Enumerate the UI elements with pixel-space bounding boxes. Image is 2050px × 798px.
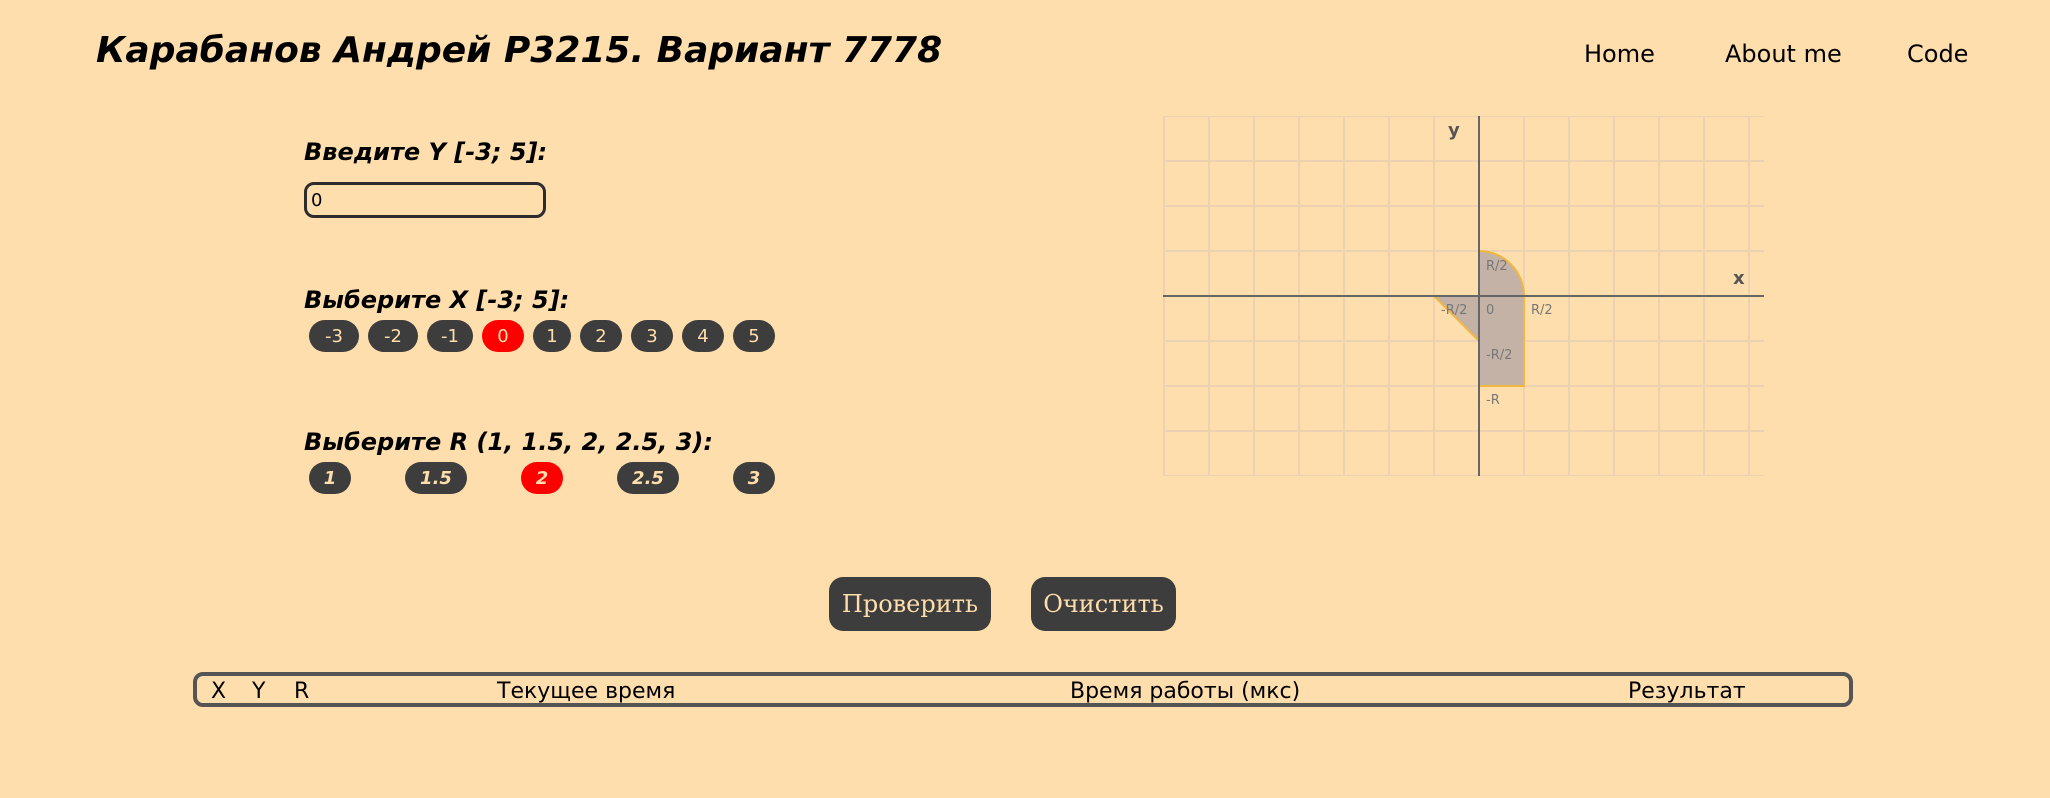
results-table: X Y R Текущее время Время работы (мкс) Р… <box>193 672 1853 707</box>
y-axis-label: y <box>1448 120 1460 141</box>
nav-about-link[interactable]: About me <box>1725 40 1842 68</box>
table-header-exec-time: Время работы (мкс) <box>1070 679 1301 704</box>
nav-home-link[interactable]: Home <box>1584 40 1655 68</box>
x-button[interactable]: -2 <box>368 320 418 352</box>
x-button-selected[interactable]: 0 <box>482 320 524 352</box>
x-button[interactable]: -3 <box>309 320 359 352</box>
table-header-result: Результат <box>1628 679 1746 704</box>
r-button[interactable]: 2.5 <box>617 462 679 494</box>
area-graph[interactable]: y x R/2 -R/2 0 R/2 -R/2 -R <box>1163 116 1764 476</box>
neg-r-half-bottom-label: -R/2 <box>1486 348 1512 363</box>
r-button[interactable]: 1 <box>309 462 351 494</box>
x-button[interactable]: 2 <box>580 320 622 352</box>
x-button[interactable]: 1 <box>533 320 571 352</box>
clear-button[interactable]: Очистить <box>1031 577 1176 631</box>
table-header-current-time: Текущее время <box>497 679 676 704</box>
nav-code-link[interactable]: Code <box>1907 40 1968 68</box>
x-label: Выберите X [-3; 5]: <box>304 286 570 314</box>
x-axis-label: x <box>1733 268 1745 289</box>
table-header-y: Y <box>252 679 266 704</box>
x-button[interactable]: 5 <box>733 320 775 352</box>
check-button[interactable]: Проверить <box>829 577 991 631</box>
r-half-top-label: R/2 <box>1486 259 1508 274</box>
neg-r-half-left-label: -R/2 <box>1441 303 1467 318</box>
y-label: Введите Y [-3; 5]: <box>304 138 548 166</box>
y-input[interactable] <box>304 182 546 218</box>
x-button[interactable]: 4 <box>682 320 724 352</box>
page-title: Карабанов Андрей P3215. Вариант 7778 <box>96 30 943 71</box>
r-half-right-label: R/2 <box>1531 303 1553 318</box>
r-label: Выберите R (1, 1.5, 2, 2.5, 3): <box>304 428 713 456</box>
r-button-selected[interactable]: 2 <box>521 462 563 494</box>
origin-label: 0 <box>1486 303 1494 318</box>
neg-r-label: -R <box>1486 393 1500 408</box>
r-button[interactable]: 1.5 <box>405 462 467 494</box>
x-button[interactable]: -1 <box>427 320 473 352</box>
table-header-x: X <box>211 679 227 704</box>
r-button[interactable]: 3 <box>733 462 775 494</box>
x-button[interactable]: 3 <box>631 320 673 352</box>
table-header-r: R <box>294 679 310 704</box>
